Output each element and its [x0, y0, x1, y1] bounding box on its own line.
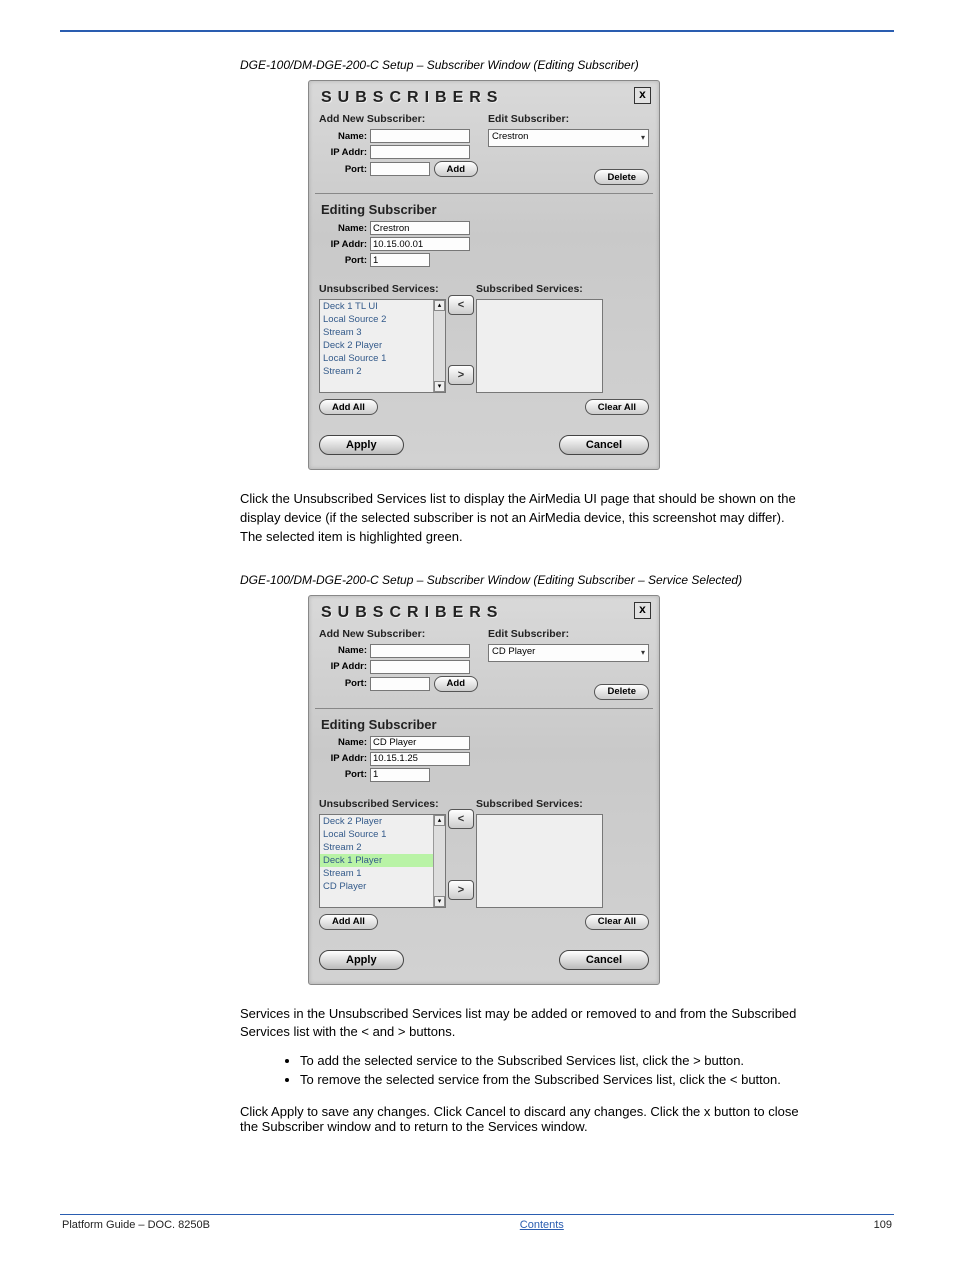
scroll-up-icon[interactable]: ▴ — [434, 815, 445, 826]
edit-port-input[interactable] — [370, 768, 430, 782]
edit-port-label: Port: — [319, 769, 370, 780]
cancel-button[interactable]: Cancel — [559, 435, 649, 455]
delete-button[interactable]: Delete — [594, 169, 649, 185]
list-item[interactable]: Local Source 2 — [320, 313, 445, 326]
edit-subscriber-select[interactable]: Crestron — [488, 129, 649, 147]
edit-name-label: Name: — [319, 737, 370, 748]
editing-subscriber-header: Editing Subscriber — [321, 717, 649, 732]
delete-button[interactable]: Delete — [594, 684, 649, 700]
add-button[interactable]: Add — [434, 676, 478, 692]
unsubscribed-list[interactable]: Deck 2 PlayerLocal Source 1Stream 2Deck … — [319, 814, 446, 908]
edit-name-label: Name: — [319, 223, 370, 234]
subscribed-list[interactable] — [476, 299, 603, 393]
list-item[interactable]: Local Source 1 — [320, 828, 445, 841]
add-port-input[interactable] — [370, 677, 430, 691]
unsubscribed-list[interactable]: Deck 1 TL UILocal Source 2Stream 3Deck 2… — [319, 299, 446, 393]
clear-all-button[interactable]: Clear All — [585, 914, 649, 930]
body-paragraph-3: Click Apply to save any changes. Click C… — [240, 1104, 800, 1134]
add-ip-input[interactable] — [370, 145, 470, 159]
list-item: To remove the selected service from the … — [300, 1071, 840, 1090]
list-item[interactable]: Deck 2 Player — [320, 339, 445, 352]
scroll-up-icon[interactable]: ▴ — [434, 300, 445, 311]
list-item[interactable]: Stream 1 — [320, 867, 445, 880]
add-port-input[interactable] — [370, 162, 430, 176]
list-item[interactable]: CD Player — [320, 880, 445, 893]
edit-ip-label: IP Addr: — [319, 753, 370, 764]
edit-header: Edit Subscriber: — [488, 113, 649, 125]
list-item[interactable]: Deck 1 TL UI — [320, 300, 445, 313]
edit-name-input[interactable] — [370, 221, 470, 235]
port-label: Port: — [319, 164, 370, 175]
move-left-button[interactable]: < — [448, 809, 474, 829]
scrollbar[interactable]: ▴ ▾ — [433, 300, 445, 392]
footer-page-number: 109 — [874, 1219, 892, 1231]
edit-port-input[interactable] — [370, 253, 430, 267]
footer-left: Platform Guide – DOC. 8250B — [62, 1219, 210, 1231]
add-all-button[interactable]: Add All — [319, 914, 378, 930]
scroll-down-icon[interactable]: ▾ — [434, 381, 445, 392]
list-item[interactable]: Local Source 1 — [320, 352, 445, 365]
figure1-caption: DGE-100/DM-DGE-200-C Setup – Subscriber … — [240, 58, 894, 72]
unsubscribed-header: Unsubscribed Services: — [319, 798, 446, 810]
subscribers-dialog-2: x SUBSCRIBERS Add New Subscriber: Name: … — [308, 595, 660, 985]
body-paragraph-2: Services in the Unsubscribed Services li… — [240, 1005, 800, 1043]
port-label: Port: — [319, 678, 370, 689]
apply-button[interactable]: Apply — [319, 950, 404, 970]
body-paragraph-1: Click the Unsubscribed Services list to … — [240, 490, 800, 547]
subscribed-header: Subscribed Services: — [476, 283, 603, 295]
edit-port-label: Port: — [319, 255, 370, 266]
list-item[interactable]: Deck 2 Player — [320, 815, 445, 828]
subscribers-dialog-1: x SUBSCRIBERS Add New Subscriber: Name: … — [308, 80, 660, 470]
add-ip-input[interactable] — [370, 660, 470, 674]
edit-ip-input[interactable] — [370, 752, 470, 766]
cancel-button[interactable]: Cancel — [559, 950, 649, 970]
add-new-header: Add New Subscriber: — [319, 113, 478, 125]
name-label: Name: — [319, 645, 370, 656]
footer-contents-link[interactable]: Contents — [520, 1219, 564, 1231]
list-item[interactable]: Deck 1 Player — [320, 854, 445, 867]
ip-label: IP Addr: — [319, 661, 370, 672]
add-button[interactable]: Add — [434, 161, 478, 177]
add-name-input[interactable] — [370, 644, 470, 658]
clear-all-button[interactable]: Clear All — [585, 399, 649, 415]
name-label: Name: — [319, 131, 370, 142]
list-item[interactable]: Stream 2 — [320, 365, 445, 378]
dialog-title: SUBSCRIBERS — [321, 89, 649, 107]
add-new-header: Add New Subscriber: — [319, 628, 478, 640]
move-right-button[interactable]: > — [448, 880, 474, 900]
scroll-down-icon[interactable]: ▾ — [434, 896, 445, 907]
list-item[interactable]: Stream 3 — [320, 326, 445, 339]
close-icon[interactable]: x — [634, 87, 651, 104]
divider — [315, 708, 653, 709]
subscribed-header: Subscribed Services: — [476, 798, 603, 810]
edit-header: Edit Subscriber: — [488, 628, 649, 640]
figure2-caption: DGE-100/DM-DGE-200-C Setup – Subscriber … — [240, 573, 894, 587]
bullet-list: To add the selected service to the Subsc… — [260, 1052, 840, 1090]
apply-button[interactable]: Apply — [319, 435, 404, 455]
scrollbar[interactable]: ▴ ▾ — [433, 815, 445, 907]
ip-label: IP Addr: — [319, 147, 370, 158]
edit-subscriber-select[interactable]: CD Player — [488, 644, 649, 662]
top-rule — [60, 30, 894, 32]
footer-rule — [60, 1214, 894, 1215]
add-all-button[interactable]: Add All — [319, 399, 378, 415]
page-footer: Platform Guide – DOC. 8250B Contents 109 — [60, 1219, 894, 1231]
editing-subscriber-header: Editing Subscriber — [321, 202, 649, 217]
edit-name-input[interactable] — [370, 736, 470, 750]
edit-ip-label: IP Addr: — [319, 239, 370, 250]
list-item: To add the selected service to the Subsc… — [300, 1052, 840, 1071]
divider — [315, 193, 653, 194]
add-name-input[interactable] — [370, 129, 470, 143]
list-item[interactable]: Stream 2 — [320, 841, 445, 854]
edit-ip-input[interactable] — [370, 237, 470, 251]
close-icon[interactable]: x — [634, 602, 651, 619]
move-left-button[interactable]: < — [448, 295, 474, 315]
dialog-title: SUBSCRIBERS — [321, 604, 649, 622]
subscribed-list[interactable] — [476, 814, 603, 908]
unsubscribed-header: Unsubscribed Services: — [319, 283, 446, 295]
move-right-button[interactable]: > — [448, 365, 474, 385]
